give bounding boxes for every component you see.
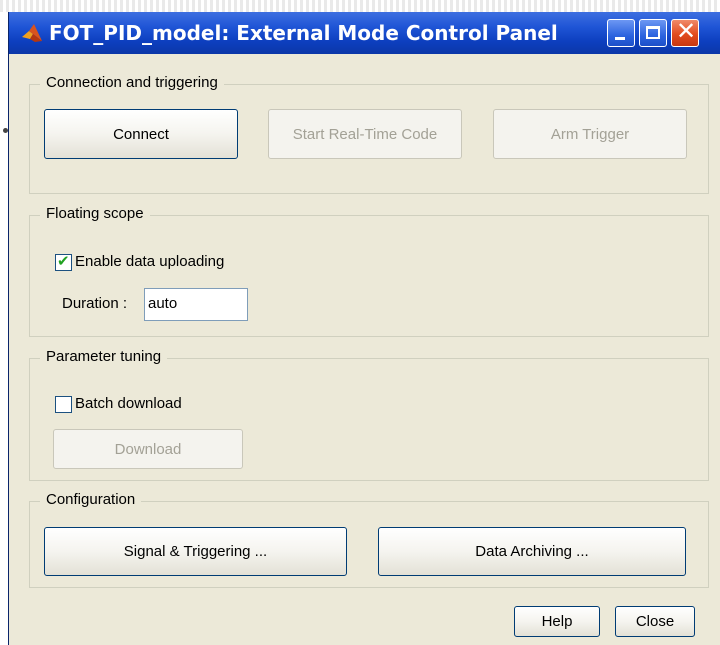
- connection-group-label: Connection and triggering: [40, 73, 224, 93]
- data-archiving-button[interactable]: Data Archiving ...: [378, 527, 686, 576]
- floating-scope-group-label: Floating scope: [40, 204, 150, 224]
- batch-download-checkbox[interactable]: [55, 396, 72, 413]
- start-real-time-code-button[interactable]: Start Real-Time Code: [268, 109, 462, 159]
- matlab-icon: [22, 24, 42, 42]
- parameter-tuning-group: Parameter tuning Batch download Download: [29, 347, 709, 481]
- download-button[interactable]: Download: [53, 429, 243, 469]
- close-button[interactable]: Close: [615, 606, 695, 637]
- maximize-icon: [646, 26, 660, 39]
- title-bar[interactable]: FOT_PID_model: External Mode Control Pan…: [9, 12, 720, 54]
- minimize-button[interactable]: [607, 19, 635, 47]
- signal-triggering-button[interactable]: Signal & Triggering ...: [44, 527, 347, 576]
- configuration-group-label: Configuration: [40, 490, 142, 510]
- connect-button[interactable]: Connect: [44, 109, 238, 159]
- enable-data-uploading-label: Enable data uploading: [75, 253, 225, 270]
- close-icon: ✕: [675, 18, 697, 45]
- configuration-group: Configuration Signal & Triggering ... Da…: [29, 490, 709, 588]
- arm-trigger-button[interactable]: Arm Trigger: [493, 109, 687, 159]
- parameter-tuning-group-label: Parameter tuning: [40, 347, 168, 367]
- close-window-button[interactable]: ✕: [671, 18, 699, 47]
- checkmark-icon: ✔: [57, 253, 70, 270]
- minimize-icon: [615, 37, 625, 40]
- window-title: FOT_PID_model: External Mode Control Pan…: [49, 21, 558, 45]
- external-mode-dialog: FOT_PID_model: External Mode Control Pan…: [8, 12, 720, 645]
- batch-download-label: Batch download: [75, 395, 182, 412]
- maximize-button[interactable]: [639, 19, 667, 47]
- duration-input[interactable]: auto: [144, 288, 248, 321]
- floating-scope-group: Floating scope ✔ Enable data uploading D…: [29, 204, 709, 337]
- enable-data-uploading-checkbox[interactable]: ✔: [55, 253, 72, 271]
- connection-group: Connection and triggering Connect Start …: [29, 73, 709, 194]
- background-content: [0, 0, 720, 12]
- help-button[interactable]: Help: [514, 606, 600, 637]
- duration-label: Duration :: [62, 295, 128, 312]
